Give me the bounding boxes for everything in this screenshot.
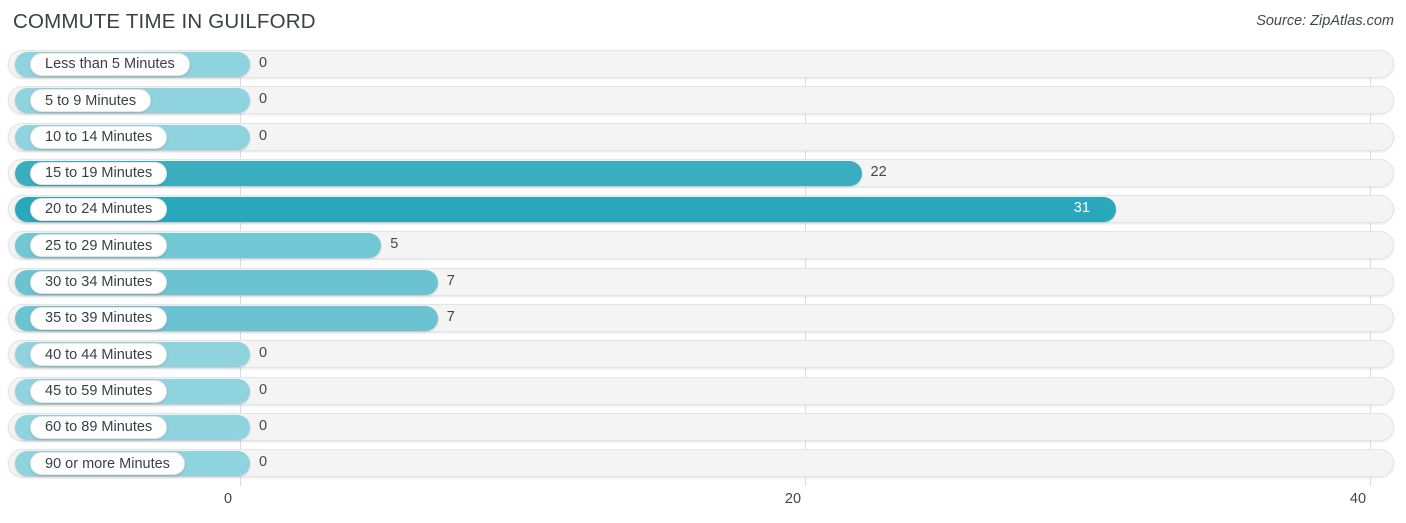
value-bar[interactable]: [15, 197, 1116, 223]
bar-row[interactable]: 15 to 19 Minutes 22: [0, 155, 1406, 191]
value-label: 0: [259, 55, 268, 71]
category-label-pill: 90 or more Minutes: [30, 452, 185, 476]
x-axis-tick-label: 0: [223, 491, 233, 507]
value-label: 0: [259, 91, 268, 108]
value-label: 0: [259, 345, 268, 362]
x-axis-tick-label: 40: [1349, 491, 1367, 507]
category-label: 60 to 89 Minutes: [45, 419, 153, 436]
category-label-pill: 15 to 19 Minutes: [30, 161, 168, 185]
page-title: COMMUTE TIME IN GUILFORD: [13, 10, 316, 33]
bar-row[interactable]: 25 to 29 Minutes 5: [0, 227, 1406, 263]
category-label: 40 to 44 Minutes: [45, 346, 153, 363]
category-label-pill: 10 to 14 Minutes: [30, 125, 168, 149]
bar-row[interactable]: 35 to 39 Minutes 7: [0, 300, 1406, 336]
source-attribution: Source: ZipAtlas.com: [1256, 13, 1394, 29]
category-label-pill: 60 to 89 Minutes: [30, 415, 168, 439]
value-label: 0: [259, 381, 268, 398]
x-axis: 0 20 40: [0, 486, 1406, 523]
category-label-pill: 30 to 34 Minutes: [30, 270, 168, 294]
value-label: 22: [870, 163, 887, 180]
category-label: 25 to 29 Minutes: [45, 237, 153, 254]
value-label: 7: [446, 272, 455, 289]
chart-header: COMMUTE TIME IN GUILFORD Source: ZipAtla…: [0, 0, 1406, 46]
value-label: 0: [259, 127, 268, 144]
bar-row[interactable]: Less than 5 Minutes 0: [0, 46, 1406, 82]
category-label: 30 to 34 Minutes: [45, 274, 153, 291]
category-label: 35 to 39 Minutes: [45, 310, 153, 327]
category-label: 45 to 59 Minutes: [45, 382, 153, 399]
x-axis-tick-label: 20: [784, 491, 802, 507]
value-label: 7: [446, 309, 455, 326]
bar-row[interactable]: 30 to 34 Minutes 7: [0, 264, 1406, 300]
category-label-pill: 40 to 44 Minutes: [30, 343, 168, 367]
category-label-pill: 25 to 29 Minutes: [30, 234, 168, 258]
category-label-pill: 45 to 59 Minutes: [30, 379, 168, 403]
category-label: 90 or more Minutes: [45, 455, 170, 472]
bar-row[interactable]: 90 or more Minutes 0: [0, 445, 1406, 481]
category-label: 15 to 19 Minutes: [45, 165, 153, 182]
value-label: 0: [259, 454, 268, 471]
bar-rows: Less than 5 Minutes 0 5 to 9 Minutes 0 10 to…: [0, 46, 1406, 482]
bar-row[interactable]: 20 to 24 Minutes 31: [0, 191, 1406, 227]
category-label-pill: 20 to 24 Minutes: [30, 198, 168, 222]
bar-row[interactable]: 45 to 59 Minutes 0: [0, 373, 1406, 409]
chart-plot-area: Less than 5 Minutes 0 5 to 9 Minutes 0 10 to…: [0, 46, 1406, 486]
category-label: 5 to 9 Minutes: [45, 92, 137, 109]
value-label: 31: [1073, 200, 1090, 217]
bar-row[interactable]: 60 to 89 Minutes 0: [0, 409, 1406, 445]
bar-row[interactable]: 40 to 44 Minutes 0: [0, 336, 1406, 372]
category-label: 10 to 14 Minutes: [45, 128, 153, 145]
value-label: 0: [259, 417, 268, 434]
category-label: 20 to 24 Minutes: [45, 201, 153, 218]
category-label-pill: Less than 5 Minutes: [30, 53, 190, 76]
category-label-pill: 5 to 9 Minutes: [30, 89, 152, 113]
category-label-pill: 35 to 39 Minutes: [30, 307, 168, 331]
value-label: 5: [390, 236, 399, 253]
category-label: Less than 5 Minutes: [45, 56, 175, 73]
bar-row[interactable]: 5 to 9 Minutes 0: [0, 82, 1406, 118]
bar-row[interactable]: 10 to 14 Minutes 0: [0, 119, 1406, 155]
